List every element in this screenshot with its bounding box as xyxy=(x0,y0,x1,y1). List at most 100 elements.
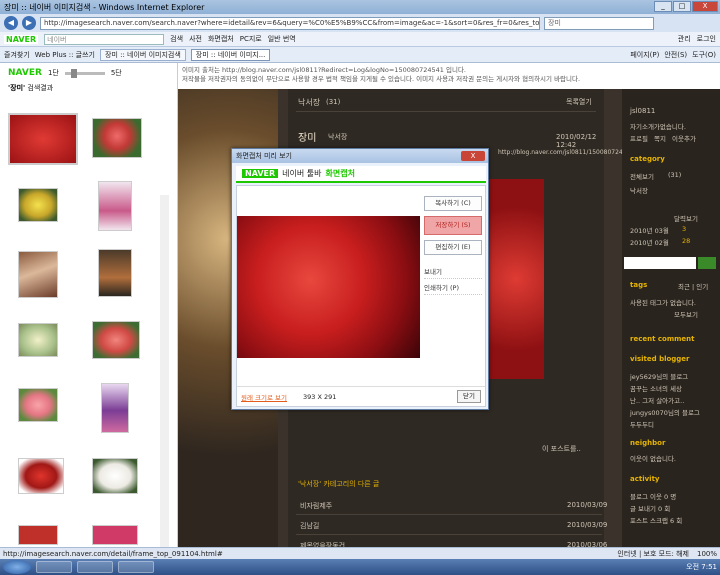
blog-intro: 자기소개가없습니다. xyxy=(630,123,686,131)
safety-menu[interactable]: 안전(S) xyxy=(664,50,687,60)
other-post-date: 2010/03/09 xyxy=(567,521,608,529)
naver-left-logo: NAVER xyxy=(8,68,42,78)
toolbar-dict-button[interactable]: 사전 xyxy=(189,34,202,44)
dialog-footer: 원래 크기로 보기 393 X 291 닫기 xyxy=(237,386,485,406)
fav-link[interactable]: Web Plus :: 글쓰기 xyxy=(35,50,95,60)
category-all[interactable]: 전체보기 xyxy=(630,171,654,181)
dialog-close-icon[interactable]: X xyxy=(461,151,485,161)
address-bar[interactable]: http://imagesearch.naver.com/search.nave… xyxy=(40,16,540,30)
toolbar-capture-button[interactable]: 화면캡처 xyxy=(208,34,234,44)
copy-button[interactable]: 복사하기 (C) xyxy=(424,196,482,211)
favorites-button[interactable]: 즐겨찾기 xyxy=(4,50,30,60)
taskbar-button[interactable] xyxy=(77,561,113,573)
archive-month[interactable]: 2010년 03월 xyxy=(630,225,669,235)
blog-sidebar: jsl0811 자기소개가없습니다. 프로필 쪽지 이웃추가 category … xyxy=(622,89,720,547)
tab-image-search[interactable]: 장미 :: 네이버 이미지검색 xyxy=(100,48,186,61)
tags-tabs[interactable]: 최근 | 인기 xyxy=(678,281,708,291)
maximize-button[interactable]: □ xyxy=(673,1,691,12)
edit-button[interactable]: 편집하기 (E) xyxy=(424,240,482,255)
source-notice-line: 이미지 출처는 http://blog.naver.com/jsl0811?Re… xyxy=(182,66,467,74)
profile-link[interactable]: 프로필 xyxy=(630,133,648,143)
thumbnail[interactable] xyxy=(92,458,138,494)
thumbnail[interactable] xyxy=(98,181,132,231)
window-title-bar: 장미 :: 네이버 이미지검색 - Windows Internet Explo… xyxy=(0,0,720,14)
size-slider[interactable] xyxy=(64,68,105,78)
activity-item: 글 보내기 0 회 xyxy=(630,505,671,513)
toolbar-search-input[interactable]: 네이버 xyxy=(44,33,165,45)
send-menu[interactable]: 보내기 xyxy=(424,264,482,279)
dialog-capture-name: 화면캡처 xyxy=(325,169,355,178)
thumbnail[interactable] xyxy=(92,118,142,158)
dialog-close-button[interactable]: 닫기 xyxy=(457,390,481,403)
add-neighbor-link[interactable]: 이웃추가 xyxy=(672,133,696,143)
toolbar-search-button[interactable]: 검색 xyxy=(170,34,183,44)
visitor-item[interactable]: jungys0070님의 블로그 xyxy=(630,407,700,417)
forward-button[interactable]: ▶ xyxy=(22,16,36,30)
thumbnail[interactable] xyxy=(101,383,129,433)
search-box[interactable]: 장미 xyxy=(544,16,654,30)
taskbar-button[interactable] xyxy=(118,561,154,573)
status-zone: 인터넷 | 보호 모드: 해제 xyxy=(617,549,689,558)
step-max-label: 5단 xyxy=(110,69,122,77)
toolbar-manage-button[interactable]: 관리 xyxy=(678,34,691,44)
results-scrollbar[interactable] xyxy=(160,195,169,575)
thumbnail[interactable] xyxy=(18,388,58,422)
visitor-item[interactable]: jey5629님의 블로그 xyxy=(630,371,688,381)
tools-menu[interactable]: 도구(O) xyxy=(692,50,716,60)
dialog-body: 복사하기 (C) 저장하기 (S) 편집하기 (E) 보내기 인쇄하기 (P) … xyxy=(236,185,486,407)
start-button[interactable] xyxy=(3,560,31,574)
tab-image-detail[interactable]: 장미 :: 네이버 이미지... xyxy=(190,48,271,61)
other-post-title[interactable]: 비자림제주 xyxy=(300,501,332,511)
back-button[interactable]: ◀ xyxy=(4,16,18,30)
thumbnail[interactable] xyxy=(98,249,132,297)
zoom-level[interactable]: 100% xyxy=(697,550,717,558)
attach-link[interactable]: 이 포스트를.. xyxy=(542,444,581,454)
category-sub[interactable]: 낙서장 xyxy=(630,185,648,195)
blog-search-input[interactable] xyxy=(624,257,696,269)
minimize-button[interactable]: _ xyxy=(654,1,672,12)
thumbnail[interactable] xyxy=(8,113,78,165)
visitor-item[interactable]: 꿈꾸는 소녀의 세상 xyxy=(630,383,682,393)
post-category[interactable]: 낙서장 xyxy=(328,132,347,142)
taskbar: 오전 7:51 xyxy=(0,559,720,575)
dialog-title: 화면캡처 미리 보기 xyxy=(236,152,292,160)
page-menu[interactable]: 페이지(P) xyxy=(630,50,659,60)
activity-section: activity xyxy=(630,475,660,483)
print-button[interactable]: 인쇄하기 (P) xyxy=(424,280,482,295)
post-title: 장미 xyxy=(298,133,317,144)
thumbnail[interactable] xyxy=(18,525,58,545)
neighbor-empty: 이웃이 없습니다. xyxy=(630,455,676,463)
source-notice: 이미지 출처는 http://blog.naver.com/jsl0811?Re… xyxy=(178,63,720,89)
tags-more[interactable]: 모두보기 xyxy=(674,309,698,319)
visitor-item[interactable]: 두두두디 xyxy=(630,419,654,429)
toolbar-translate-button[interactable]: 일반 번역 xyxy=(268,34,296,44)
other-post-title[interactable]: 김남길 xyxy=(300,521,319,531)
image-results-panel: NAVER 1단 5단 '장미' 검색결과 xyxy=(0,63,178,575)
post-url[interactable]: http://blog.naver.com/jsl0811/1500807245… xyxy=(498,149,634,156)
toolbar-login-button[interactable]: 로그인 xyxy=(697,34,716,44)
taskbar-button[interactable] xyxy=(36,561,72,573)
list-toggle[interactable]: 목록열기 xyxy=(566,97,592,107)
result-query: '장미' xyxy=(8,84,26,92)
thumbnail[interactable] xyxy=(92,321,140,359)
tags-section: tags xyxy=(630,281,648,289)
thumbnail[interactable] xyxy=(18,251,58,298)
category-count: (31) xyxy=(326,98,341,106)
calendar-link[interactable]: 달력보기 xyxy=(674,213,698,223)
thumbnail[interactable] xyxy=(92,525,138,545)
category-title[interactable]: 낙서장 xyxy=(298,97,320,108)
clock[interactable]: 오전 7:51 xyxy=(686,562,717,572)
thumbnail[interactable] xyxy=(18,323,58,357)
blog-search-button[interactable] xyxy=(698,257,716,269)
close-window-button[interactable]: X xyxy=(692,1,718,12)
thumbnail[interactable] xyxy=(18,458,64,494)
neighbor-section: neighbor xyxy=(630,439,666,447)
save-button[interactable]: 저장하기 (S) xyxy=(424,216,482,235)
thumbnail[interactable] xyxy=(18,188,58,222)
toolbar-pc-button[interactable]: PC지로 xyxy=(240,34,262,44)
window-title: 장미 :: 네이버 이미지검색 - Windows Internet Explo… xyxy=(4,2,205,12)
visitor-item[interactable]: 난.. 그저 살아가고.. xyxy=(630,395,684,405)
message-link[interactable]: 쪽지 xyxy=(654,133,666,143)
original-size-link[interactable]: 원래 크기로 보기 xyxy=(241,392,287,402)
archive-month[interactable]: 2010년 02월 xyxy=(630,237,669,247)
